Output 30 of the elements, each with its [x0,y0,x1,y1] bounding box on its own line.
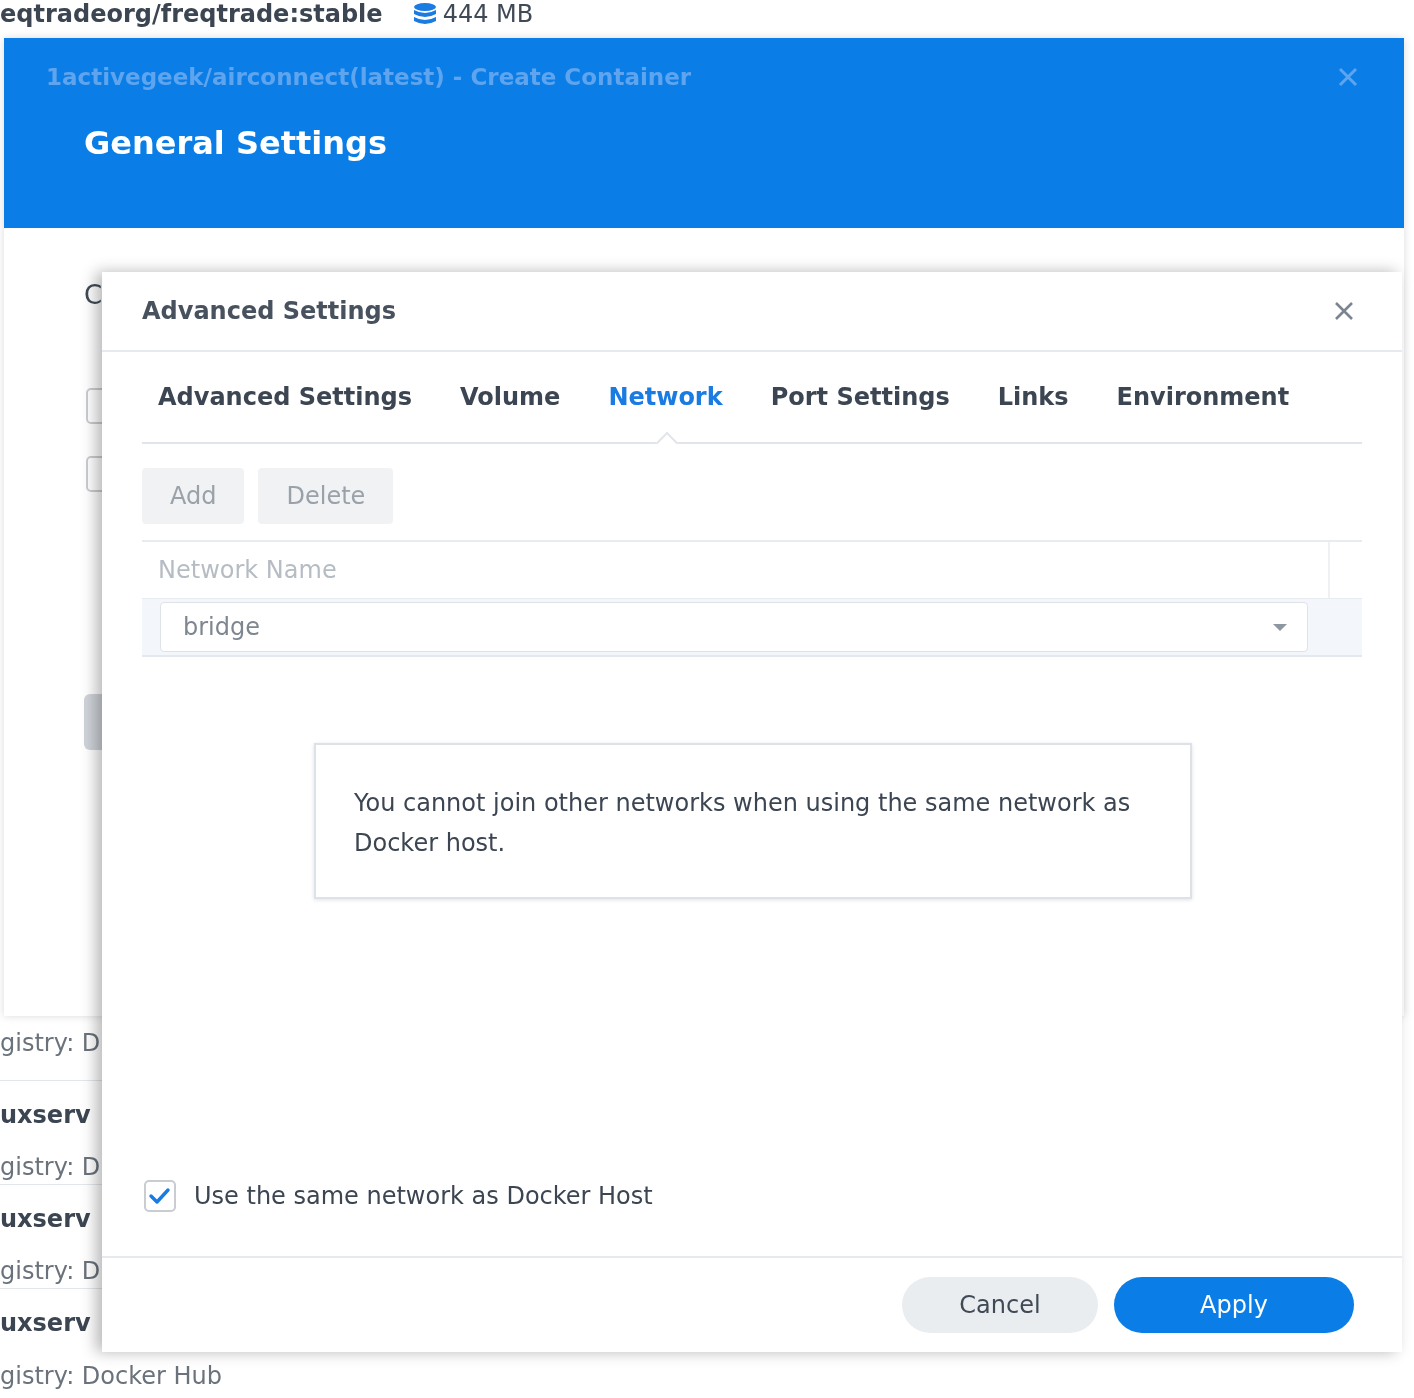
image-name: uxserv [0,1204,92,1235]
registry-text: gistry: D [0,1256,102,1287]
tab[interactable]: Advanced Settings [158,352,412,442]
database-icon [412,2,437,26]
cancel-button[interactable]: Cancel [902,1277,1098,1333]
registry-text: gistry: D [0,1152,102,1183]
close-button[interactable] [1334,300,1356,322]
tab[interactable]: Environment [1116,352,1290,442]
dialog-title: Advanced Settings [142,297,396,325]
image-size: 444 MB [442,0,534,28]
apply-button[interactable]: Apply [1114,1277,1354,1333]
notice-message: You cannot join other networks when using the same network as Docker host. [314,743,1192,899]
dialog-heading: General Settings [83,124,388,162]
tab[interactable]: Volume [460,352,561,442]
checkbox[interactable] [144,1180,176,1212]
window-title: 1activegeek/airconnect(latest) - Create Container [46,64,692,90]
tab[interactable]: Links [997,352,1069,442]
close-icon [1338,67,1358,87]
close-icon [1334,301,1354,321]
checkbox-label: Use the same network as Docker Host [194,1182,653,1210]
tab[interactable]: Port Settings [770,352,950,442]
registry-text: gistry: Docker Hub [0,1361,223,1392]
column-header: Network Name [157,555,338,586]
registry-text: gistry: D [0,1028,102,1059]
checkmark-icon [148,1185,172,1207]
image-name: eqtradeorg/freqtrade:stable [0,0,383,28]
image-name: uxserv [0,1100,92,1131]
image-name: uxserv [0,1308,92,1339]
caret-icon [1273,623,1287,631]
label-text: C [84,280,103,310]
